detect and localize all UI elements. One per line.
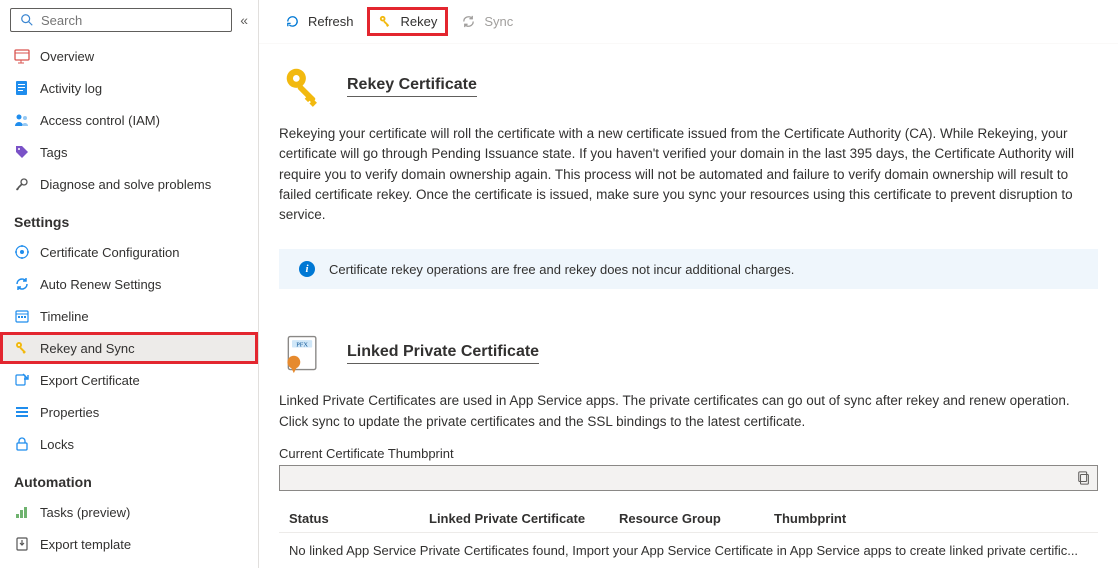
linked-section-header: PFX Linked Private Certificate [279, 329, 1098, 377]
search-icon [19, 12, 35, 28]
export-cert-icon [14, 372, 30, 388]
sidebar-item-timeline[interactable]: Timeline [0, 300, 258, 332]
svg-text:PFX: PFX [296, 342, 308, 349]
sidebar-section-automation: Automation [0, 460, 258, 496]
sidebar-item-label: Properties [40, 405, 99, 420]
sidebar-item-label: Tags [40, 145, 67, 160]
rekey-label: Rekey [401, 14, 438, 29]
sidebar-item-label: Activity log [40, 81, 102, 96]
thumbprint-label: Current Certificate Thumbprint [279, 446, 1098, 461]
sidebar-item-label: Rekey and Sync [40, 341, 135, 356]
info-icon: i [299, 261, 315, 277]
refresh-icon [285, 14, 300, 29]
certificate-config-icon [14, 244, 30, 260]
sidebar-item-label: Overview [40, 49, 94, 64]
properties-icon [14, 404, 30, 420]
linked-table-empty: No linked App Service Private Certificat… [279, 533, 1098, 568]
sidebar-item-label: Diagnose and solve problems [40, 177, 211, 192]
sidebar-item-export-certificate[interactable]: Export Certificate [0, 364, 258, 396]
sidebar: « Overview Activity log Access control (… [0, 0, 259, 568]
sidebar-item-export-template[interactable]: Export template [0, 528, 258, 560]
sidebar-item-label: Export Certificate [40, 373, 140, 388]
th-status: Status [289, 511, 429, 526]
tags-icon [14, 144, 30, 160]
info-banner: i Certificate rekey operations are free … [279, 249, 1098, 289]
auto-renew-icon [14, 276, 30, 292]
sidebar-item-auto-renew[interactable]: Auto Renew Settings [0, 268, 258, 300]
rekey-section-body: Rekeying your certificate will roll the … [279, 124, 1098, 225]
rekey-button[interactable]: Rekey [368, 8, 448, 35]
diagnose-icon [14, 176, 30, 192]
key-large-icon [279, 62, 327, 110]
export-template-icon [14, 536, 30, 552]
copy-button[interactable] [1077, 471, 1091, 485]
sidebar-item-label: Access control (IAM) [40, 113, 160, 128]
toolbar: Refresh Rekey Sync [259, 0, 1118, 44]
th-linked-cert: Linked Private Certificate [429, 511, 619, 526]
sidebar-item-tags[interactable]: Tags [0, 136, 258, 168]
pfx-cert-icon: PFX [279, 329, 327, 377]
sidebar-item-label: Locks [40, 437, 74, 452]
th-resource-group: Resource Group [619, 511, 774, 526]
key-icon [14, 340, 30, 356]
rekey-section-title: Rekey Certificate [347, 76, 477, 97]
sidebar-item-tasks[interactable]: Tasks (preview) [0, 496, 258, 528]
sync-label: Sync [484, 14, 513, 29]
tasks-icon [14, 504, 30, 520]
refresh-label: Refresh [308, 14, 354, 29]
refresh-button[interactable]: Refresh [275, 8, 364, 35]
sidebar-section-settings: Settings [0, 200, 258, 236]
sidebar-item-locks[interactable]: Locks [0, 428, 258, 460]
sidebar-item-diagnose[interactable]: Diagnose and solve problems [0, 168, 258, 200]
sidebar-item-access-control[interactable]: Access control (IAM) [0, 104, 258, 136]
search-box[interactable] [10, 8, 232, 32]
linked-table-header: Status Linked Private Certificate Resour… [279, 505, 1098, 533]
rekey-section-header: Rekey Certificate [279, 62, 1098, 110]
sidebar-item-label: Auto Renew Settings [40, 277, 161, 292]
search-input[interactable] [41, 13, 223, 28]
sync-icon [461, 14, 476, 29]
sidebar-item-certificate-configuration[interactable]: Certificate Configuration [0, 236, 258, 268]
activity-log-icon [14, 80, 30, 96]
sync-button: Sync [451, 8, 523, 35]
lock-icon [14, 436, 30, 452]
sidebar-item-label: Timeline [40, 309, 89, 324]
overview-icon [14, 48, 30, 64]
sidebar-item-activity-log[interactable]: Activity log [0, 72, 258, 104]
sidebar-item-label: Export template [40, 537, 131, 552]
sidebar-item-label: Tasks (preview) [40, 505, 130, 520]
main-content: Refresh Rekey Sync Rekey Certificate Rek… [259, 0, 1118, 568]
thumbprint-field [279, 465, 1098, 491]
access-control-icon [14, 112, 30, 128]
sidebar-item-overview[interactable]: Overview [0, 40, 258, 72]
key-icon [378, 14, 393, 29]
sidebar-item-label: Certificate Configuration [40, 245, 179, 260]
th-thumbprint: Thumbprint [774, 511, 1088, 526]
info-banner-text: Certificate rekey operations are free an… [329, 262, 794, 277]
linked-section-body: Linked Private Certificates are used in … [279, 391, 1098, 432]
sidebar-item-rekey-and-sync[interactable]: Rekey and Sync [0, 332, 258, 364]
linked-section-title: Linked Private Certificate [347, 343, 539, 364]
sidebar-item-properties[interactable]: Properties [0, 396, 258, 428]
timeline-icon [14, 308, 30, 324]
collapse-sidebar-button[interactable]: « [240, 12, 248, 28]
